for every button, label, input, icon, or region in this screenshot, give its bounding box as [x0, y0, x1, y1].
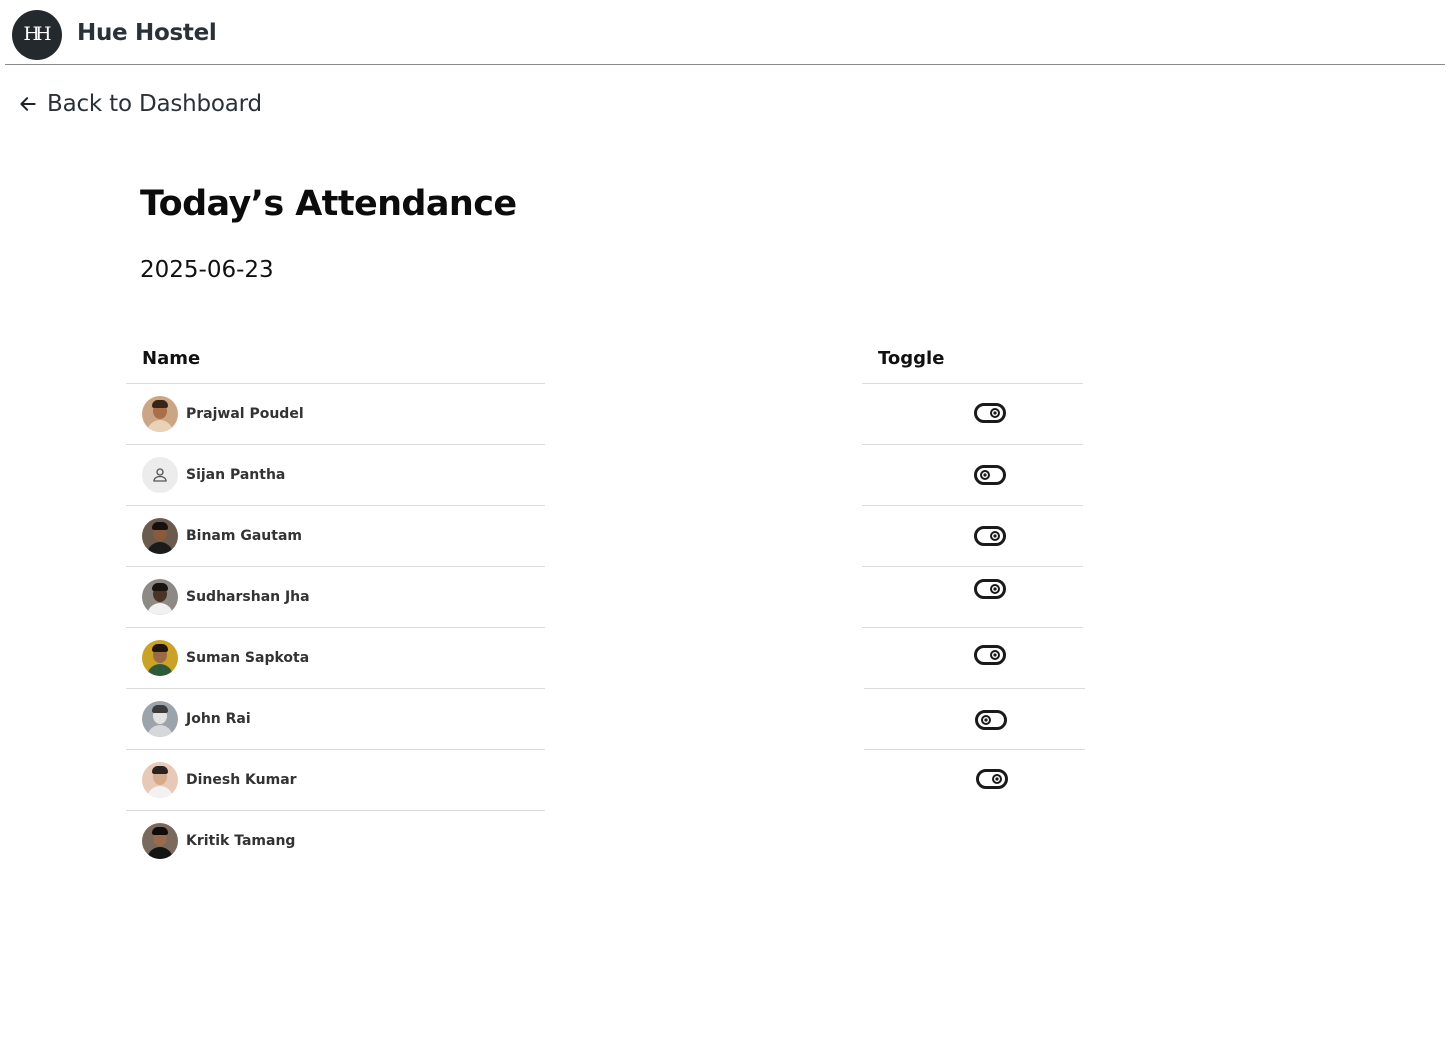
avatar: [142, 701, 178, 737]
person-name: Sijan Pantha: [186, 467, 286, 483]
table-row: Suman Sapkota: [126, 628, 545, 689]
toggle-cell: [862, 567, 1083, 628]
toggle-cell: [862, 506, 1083, 567]
avatar: [142, 640, 178, 676]
person-name: Binam Gautam: [186, 528, 302, 544]
toggle-cell: [864, 628, 1085, 689]
table-row: Sijan Pantha: [126, 445, 545, 506]
person-name: Kritik Tamang: [186, 833, 296, 849]
back-link-label: Back to Dashboard: [47, 91, 262, 117]
table-row: Binam Gautam: [126, 506, 545, 567]
avatar: [142, 823, 178, 859]
toggle-cell: [864, 750, 1085, 810]
avatar: [142, 762, 178, 798]
attendance-toggle-on[interactable]: [974, 526, 1006, 546]
person-placeholder-icon: [142, 457, 178, 493]
person-name: Prajwal Poudel: [186, 406, 304, 422]
attendance-toggle-off[interactable]: [974, 465, 1006, 485]
person-name: Sudharshan Jha: [186, 589, 310, 605]
arrow-left-icon: [20, 97, 36, 111]
attendance-toggle-on[interactable]: [974, 579, 1006, 599]
table-row: Sudharshan Jha: [126, 567, 545, 628]
toggle-cell: [862, 445, 1083, 506]
attendance-toggle-on[interactable]: [976, 769, 1008, 789]
avatar: [142, 579, 178, 615]
table-row: Prajwal Poudel: [126, 384, 545, 445]
table-row: Dinesh Kumar: [126, 750, 545, 811]
toggle-header-label: Toggle: [878, 348, 945, 369]
avatar: [142, 518, 178, 554]
app-header: HH Hue Hostel: [5, 0, 1445, 65]
toggle-column-header: Toggle: [862, 330, 1083, 384]
attendance-toggle-on[interactable]: [974, 403, 1006, 423]
logo-monogram: HH: [23, 23, 51, 45]
person-name: John Rai: [186, 711, 251, 727]
person-name: Suman Sapkota: [186, 650, 310, 666]
attendance-toggle-off[interactable]: [975, 710, 1007, 730]
table-row: Kritik Tamang: [126, 811, 545, 871]
back-to-dashboard-link[interactable]: Back to Dashboard: [18, 91, 262, 117]
person-name: Dinesh Kumar: [186, 772, 297, 788]
toggle-cell: [864, 689, 1085, 750]
name-column-header: Name: [126, 330, 545, 384]
table-row: John Rai: [126, 689, 545, 750]
attendance-toggle-on[interactable]: [974, 645, 1006, 665]
avatar: [142, 396, 178, 432]
attendance-date: 2025-06-23: [140, 257, 274, 283]
toggle-cell: [862, 384, 1083, 445]
name-header-label: Name: [142, 348, 201, 369]
brand-name: Hue Hostel: [77, 20, 217, 46]
hostel-logo[interactable]: HH: [12, 10, 62, 60]
page-title: Today’s Attendance: [140, 184, 517, 224]
